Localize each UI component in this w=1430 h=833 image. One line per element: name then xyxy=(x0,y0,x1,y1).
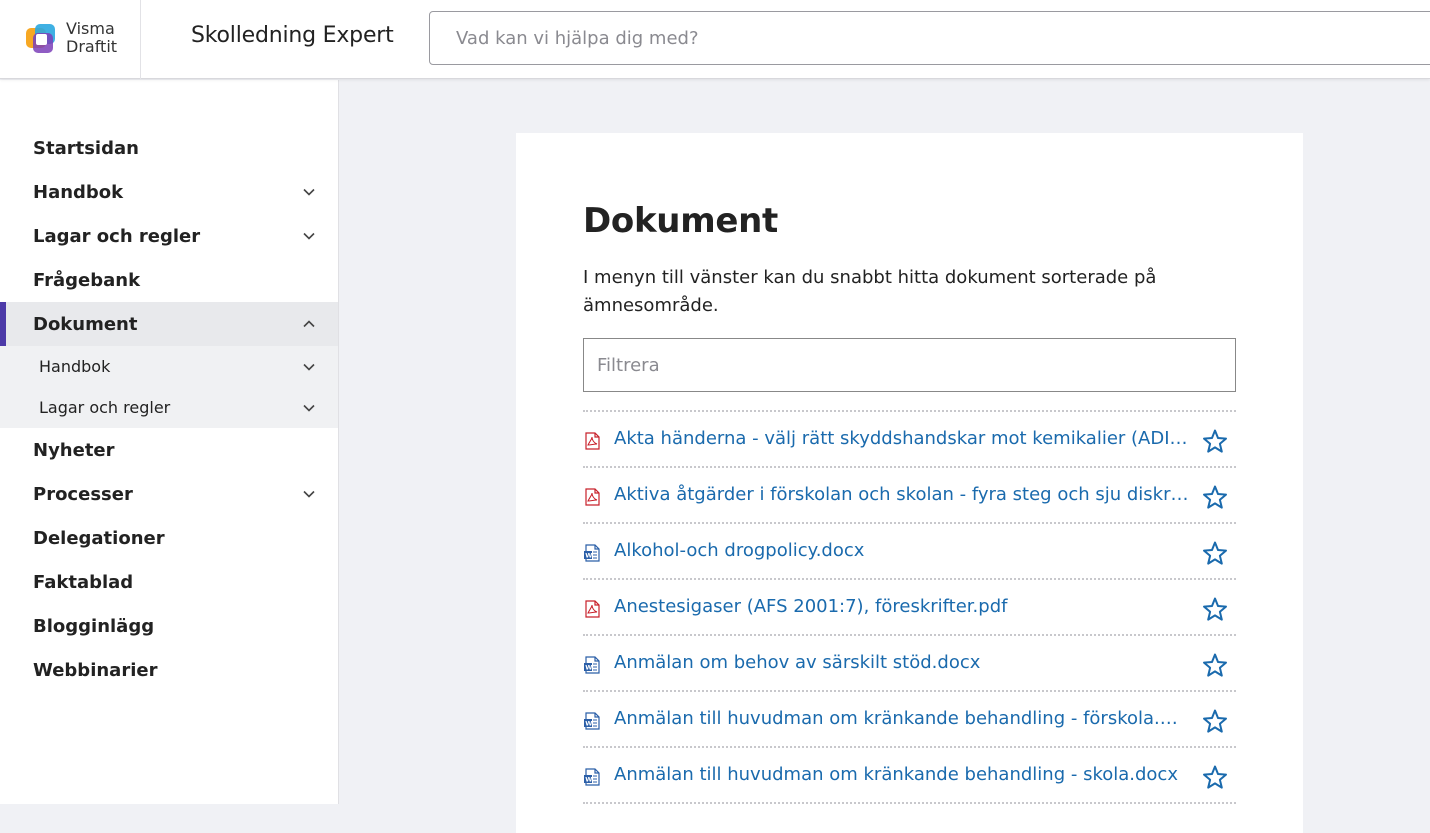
visma-draftit-logo-icon xyxy=(26,24,55,53)
sidebar-item-label: Startsidan xyxy=(33,137,139,159)
svg-text:W: W xyxy=(585,552,592,560)
favorite-star-icon[interactable] xyxy=(1202,596,1228,622)
document-link[interactable]: Aktiva åtgärder i förskolan och skolan -… xyxy=(614,484,1189,505)
logo-line-2: Draftit xyxy=(66,37,118,56)
sidebar-item-label: Lagar och regler xyxy=(33,225,201,247)
sidebar-item-label: Frågebank xyxy=(33,269,141,291)
intro-text: I menyn till vänster kan du snabbt hitta… xyxy=(583,267,1157,316)
sidebar-item-nyheter[interactable]: Nyheter xyxy=(0,428,338,472)
filter-input[interactable] xyxy=(583,338,1236,392)
sidebar-item-label: Webbinarier xyxy=(33,659,158,681)
logo[interactable]: Visma Draftit xyxy=(0,0,141,79)
document-link[interactable]: Akta händerna - välj rätt skyddshandskar… xyxy=(614,428,1189,449)
svg-text:W: W xyxy=(585,720,592,728)
sidebar-item-processer[interactable]: Processer xyxy=(0,472,338,516)
content-card: Dokument I menyn till vänster kan du sna… xyxy=(516,133,1303,833)
pdf-icon xyxy=(585,600,600,618)
logo-line-1: Visma xyxy=(66,19,115,38)
document-list: Akta händerna - välj rätt skyddshandskar… xyxy=(583,410,1236,804)
document-row: W Alkohol-och drogpolicy.docx xyxy=(583,524,1236,580)
sidebar-subitem-lagar-och-regler[interactable]: Lagar och regler xyxy=(0,387,338,428)
favorite-star-icon[interactable] xyxy=(1202,708,1228,734)
sidebar-item-label: Handbok xyxy=(33,181,124,203)
sidebar-item-dokument[interactable]: Dokument xyxy=(0,302,338,346)
sidebar-item-delegationer[interactable]: Delegationer xyxy=(0,516,338,560)
sidebar-item-faktablad[interactable]: Faktablad xyxy=(0,560,338,604)
pdf-icon xyxy=(585,432,600,450)
sidebar-item-fragebank[interactable]: Frågebank xyxy=(0,258,338,302)
document-link[interactable]: Anmälan till huvudman om kränkande behan… xyxy=(614,708,1189,729)
svg-text:W: W xyxy=(585,664,592,672)
chevron-down-icon[interactable] xyxy=(302,487,316,501)
sidebar-item-label: Blogginlägg xyxy=(33,615,155,637)
document-row: Anestesigaser (AFS 2001:7), föreskrifter… xyxy=(583,580,1236,636)
sidebar: Startsidan Handbok Lagar och regler Frågeba… xyxy=(0,80,339,804)
word-doc-icon: W xyxy=(584,656,600,674)
sidebar-subitem-handbok[interactable]: Handbok xyxy=(0,346,338,387)
document-row: Aktiva åtgärder i förskolan och skolan -… xyxy=(583,468,1236,524)
chevron-down-icon[interactable] xyxy=(302,401,316,415)
sidebar-item-blogginlagg[interactable]: Blogginlägg xyxy=(0,604,338,648)
chevron-up-icon[interactable] xyxy=(302,317,316,331)
document-link[interactable]: Anmälan om behov av särskilt stöd.docx xyxy=(614,652,1189,673)
chevron-down-icon[interactable] xyxy=(302,360,316,374)
sidebar-item-handbok[interactable]: Handbok xyxy=(0,170,338,214)
sidebar-item-webbinarier[interactable]: Webbinarier xyxy=(0,648,338,692)
search-input[interactable] xyxy=(429,11,1430,65)
document-row: W Anmälan om behov av särskilt stöd.docx xyxy=(583,636,1236,692)
sidebar-item-label: Processer xyxy=(33,483,133,505)
document-link[interactable]: Anestesigaser (AFS 2001:7), föreskrifter… xyxy=(614,596,1189,617)
document-row: W Anmälan till huvudman om kränkande beha… xyxy=(583,692,1236,748)
chevron-down-icon[interactable] xyxy=(302,185,316,199)
page-title: Dokument xyxy=(583,201,778,241)
word-doc-icon: W xyxy=(584,544,600,562)
sidebar-item-startsidan[interactable]: Startsidan xyxy=(0,126,338,170)
document-link[interactable]: Alkohol-och drogpolicy.docx xyxy=(614,540,1189,561)
sidebar-item-lagar-och-regler[interactable]: Lagar och regler xyxy=(0,214,338,258)
sidebar-subitem-label: Handbok xyxy=(39,357,111,376)
product-title[interactable]: Skolledning Expert xyxy=(191,23,394,48)
sidebar-nav: Startsidan Handbok Lagar och regler Frågeba… xyxy=(0,126,338,692)
top-header: Visma Draftit Skolledning Expert xyxy=(0,0,1430,79)
word-doc-icon: W xyxy=(584,712,600,730)
sidebar-item-label: Faktablad xyxy=(33,571,134,593)
sidebar-subitem-label: Lagar och regler xyxy=(39,398,171,417)
pdf-icon xyxy=(585,488,600,506)
chevron-down-icon[interactable] xyxy=(302,229,316,243)
favorite-star-icon[interactable] xyxy=(1202,764,1228,790)
logo-text: Visma Draftit xyxy=(66,20,117,56)
favorite-star-icon[interactable] xyxy=(1202,540,1228,566)
sidebar-item-label: Delegationer xyxy=(33,527,165,549)
document-link[interactable]: Anmälan till huvudman om kränkande behan… xyxy=(614,764,1189,785)
sidebar-item-label: Dokument xyxy=(33,313,138,335)
sidebar-item-label: Nyheter xyxy=(33,439,115,461)
favorite-star-icon[interactable] xyxy=(1202,484,1228,510)
sidebar-submenu-dokument: Handbok Lagar och regler xyxy=(0,346,338,428)
favorite-star-icon[interactable] xyxy=(1202,428,1228,454)
word-doc-icon: W xyxy=(584,768,600,786)
document-row: W Anmälan till huvudman om kränkande beha… xyxy=(583,748,1236,804)
favorite-star-icon[interactable] xyxy=(1202,652,1228,678)
svg-text:W: W xyxy=(585,776,592,784)
document-row: Akta händerna - välj rätt skyddshandskar… xyxy=(583,412,1236,468)
